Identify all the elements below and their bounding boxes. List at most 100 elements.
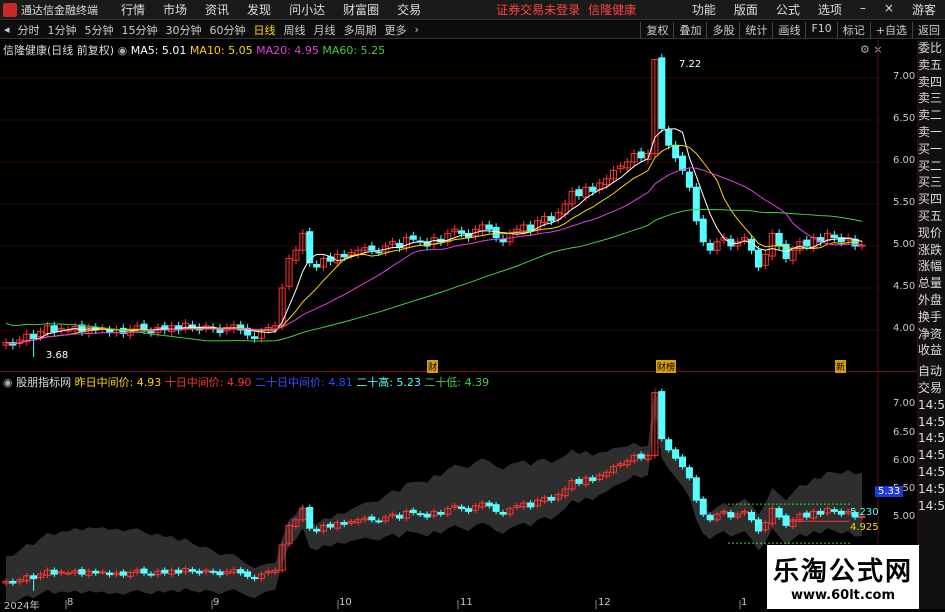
sub-candle (292, 519, 300, 528)
main-candle (30, 333, 38, 339)
close-icon[interactable]: × (875, 1, 903, 18)
sidebar-item[interactable]: 卖一 (918, 124, 945, 141)
menu-item-discover[interactable]: 发现 (238, 1, 280, 18)
menu-options[interactable]: 选项 (809, 1, 851, 18)
period-weekly[interactable]: 周线 (280, 22, 310, 38)
sub-candle (112, 572, 120, 576)
main-candle (285, 258, 293, 287)
sidebar-item[interactable]: 买二 (918, 158, 945, 175)
sidebar-item[interactable]: 自动 (918, 363, 945, 380)
main-candle (582, 186, 590, 198)
menu-item-quotes[interactable]: 行情 (112, 1, 154, 18)
btn-back[interactable]: 返回 (912, 21, 945, 38)
sidebar-item[interactable]: 卖二 (918, 107, 945, 124)
sidebar-item[interactable]: 买四 (918, 191, 945, 208)
sidebar-item[interactable]: 买一 (918, 141, 945, 158)
sidebar-item[interactable]: 外盘 (918, 292, 945, 309)
login-warning[interactable]: 证券交易未登录 (492, 1, 584, 18)
menu-item-trade[interactable]: 交易 (388, 1, 430, 18)
main-candle (78, 324, 86, 333)
period-multi[interactable]: 多周期 (340, 22, 381, 38)
sidebar-item[interactable]: 卖四 (918, 74, 945, 91)
sub-candle (458, 506, 466, 510)
sub-candle (471, 505, 479, 511)
watermark-url: www.60lt.com (790, 588, 896, 603)
settings-dot-icon[interactable]: ◉ (118, 44, 128, 57)
main-candle (561, 203, 569, 215)
more-arrow-icon[interactable]: › (411, 23, 423, 36)
menu-layout[interactable]: 版面 (725, 1, 767, 18)
btn-multi-stock[interactable]: 多股 (706, 21, 739, 38)
period-daily[interactable]: 日线 (250, 22, 280, 38)
main-candle (382, 245, 390, 253)
menu-item-wealth[interactable]: 财富圈 (334, 1, 388, 18)
menu-item-market[interactable]: 市场 (154, 1, 196, 18)
sidebar-item[interactable]: 卖五 (918, 57, 945, 74)
sidebar-item[interactable]: 收益 (918, 342, 945, 359)
ma60-label: MA60: 5.25 (322, 44, 386, 57)
sidebar-item[interactable]: 交易 (918, 380, 945, 397)
sub-candle (748, 512, 756, 521)
sub-candle (485, 502, 493, 507)
event-tag-finance[interactable]: 财 (427, 360, 439, 373)
stock-title[interactable]: 信隆健康(日线 前复权) (3, 44, 114, 57)
sidebar-item[interactable]: 买五 (918, 208, 945, 225)
sidebar-item[interactable]: 涨跌 (918, 242, 945, 259)
btn-add-watch[interactable]: +自选 (869, 21, 912, 38)
sidebar-item[interactable]: 委比 (918, 40, 945, 57)
btn-overlay[interactable]: 叠加 (673, 21, 706, 38)
sidebar-item[interactable]: 总量 (918, 275, 945, 292)
collapse-icon[interactable]: ◂ (0, 23, 14, 36)
period-60min[interactable]: 60分钟 (206, 22, 250, 38)
event-tag-new[interactable]: 新 (835, 360, 847, 373)
sub-candle (465, 508, 473, 512)
sidebar-item[interactable]: 净资 (918, 326, 945, 343)
period-5min[interactable]: 5分钟 (81, 22, 118, 38)
period-15min[interactable]: 15分钟 (118, 22, 162, 38)
period-monthly[interactable]: 月线 (310, 22, 340, 38)
sidebar-time: 14:56 (918, 414, 945, 429)
main-candle (596, 182, 604, 191)
sub-candle (665, 439, 673, 451)
panel-close-icon[interactable]: × (873, 43, 882, 56)
indicator-name[interactable]: 股朋指标网 (16, 376, 71, 389)
minimize-icon[interactable]: – (851, 1, 875, 18)
sidebar-item[interactable]: 卖三 (918, 90, 945, 107)
sub-candle (554, 494, 562, 500)
period-30min[interactable]: 30分钟 (162, 22, 206, 38)
sub-axis-label: 6.00 (893, 455, 916, 466)
sidebar-item[interactable]: 买三 (918, 174, 945, 191)
panel-divider[interactable] (0, 371, 918, 372)
btn-mark[interactable]: 标记 (836, 21, 870, 38)
settings-icon[interactable]: ⚙ (860, 43, 870, 56)
btn-draw[interactable]: 画线 (772, 21, 805, 38)
period-1min[interactable]: 1分钟 (44, 22, 81, 38)
btn-f10[interactable]: F10 (805, 21, 836, 38)
main-candle (106, 329, 114, 334)
period-more[interactable]: 更多 (381, 22, 411, 38)
main-candle (251, 336, 259, 339)
menu-item-ask[interactable]: 问小达 (280, 1, 334, 18)
period-timeshare[interactable]: 分时 (14, 22, 44, 38)
main-candle (741, 237, 749, 241)
main-candle (796, 241, 804, 251)
menu-formula[interactable]: 公式 (767, 1, 809, 18)
sub-candle (803, 512, 811, 518)
sidebar-item[interactable]: 涨幅 (918, 258, 945, 275)
menu-function[interactable]: 功能 (683, 1, 725, 18)
sub-candle (168, 569, 176, 575)
sidebar-item[interactable]: 换手 (918, 309, 945, 326)
sub-candle (285, 524, 293, 545)
sub-candle (23, 575, 31, 582)
quote-sidebar: 委比 卖五 卖四 卖三 卖二 卖一 买一 买二 买三 买四 买五 现价 涨跌 涨… (917, 40, 945, 609)
menu-item-news[interactable]: 资讯 (196, 1, 238, 18)
ma5-label: MA5: 5.01 (130, 44, 187, 57)
sub-candle (810, 510, 818, 519)
event-tag-list[interactable]: 财榜 (656, 360, 677, 373)
sidebar-item[interactable]: 现价 (918, 225, 945, 242)
indicator-dot-icon[interactable]: ◉ (3, 376, 13, 389)
btn-stats[interactable]: 统计 (739, 21, 772, 38)
btn-adjust[interactable]: 复权 (640, 21, 673, 38)
price-chart-area[interactable] (0, 0, 945, 609)
user-label[interactable]: 游客 (903, 1, 945, 18)
